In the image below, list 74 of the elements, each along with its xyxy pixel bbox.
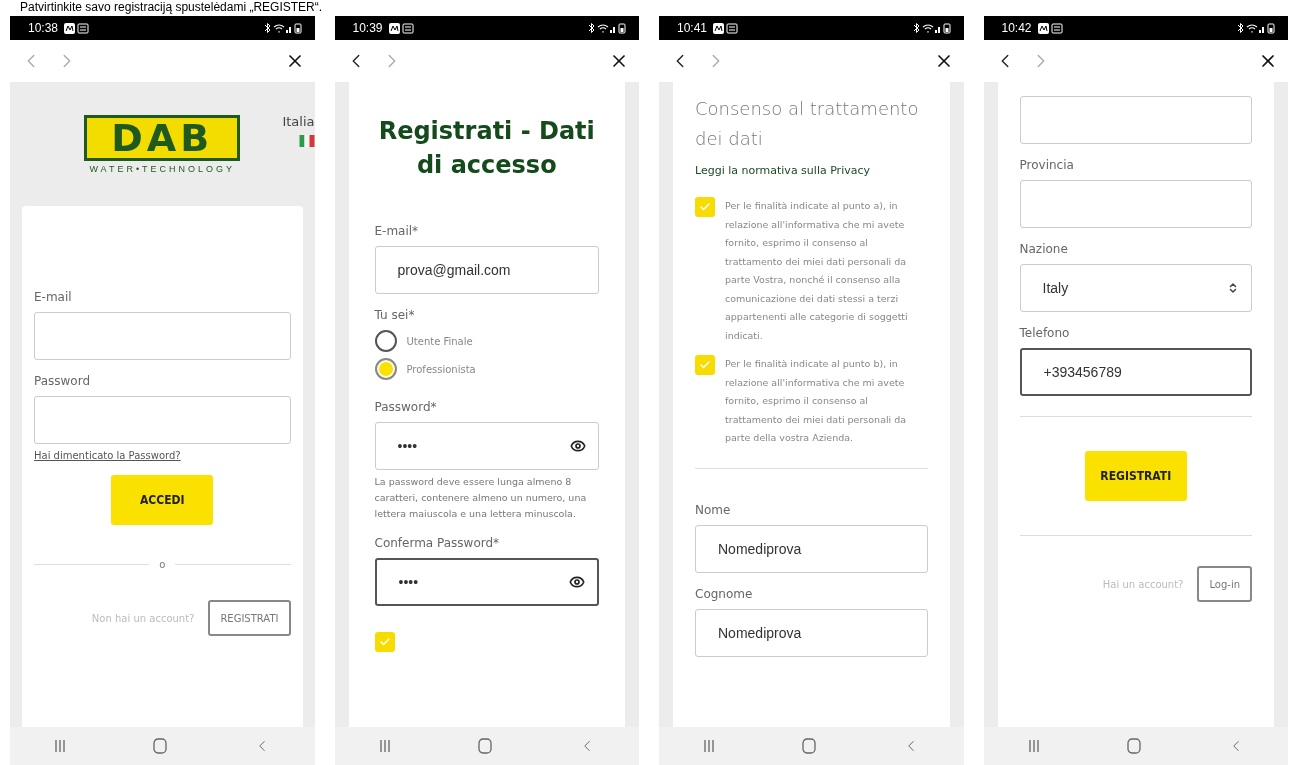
submit-button[interactable]: REGISTRATI [1084,451,1187,501]
section-title: Consenso al trattamento dei dati [695,97,920,151]
input-field[interactable] [1019,180,1252,228]
field-label: Cognome [695,586,754,601]
status-icons-drawing [587,22,627,34]
link[interactable]: Hai dimenticato la Password? [34,450,181,461]
field-label: Tu sei* [374,308,416,322]
page-heading: Registrati - Dati di accesso [377,116,596,181]
field-label: Telefono [1019,326,1071,340]
radio-button[interactable] [374,358,397,380]
divider-label: o [159,559,166,570]
outline-button[interactable]: REGISTRATI [208,600,291,636]
home-icon[interactable] [802,738,817,754]
input-field[interactable]: •••• [374,422,599,470]
italy-flag-icon[interactable] [298,135,315,147]
status-time: 10:41 [677,21,708,35]
link[interactable]: Leggi la normativa sulla Privacy [695,164,870,177]
logo-tagline: WATER•TECHNOLOGY [89,163,236,174]
recent-apps-icon[interactable] [377,739,392,753]
input-field[interactable]: prova@gmail.com [374,246,599,294]
dab-logo: DAB [84,114,241,161]
input-field[interactable]: +393456789 [1019,348,1252,396]
field-label: Nome [695,502,732,517]
consent-text: Per le finalità indicate al punto a), in relazione all'informativa che mi avete fornito, esprimo il consenso al trattamento dei miei dati personali da parte Vostra, nonché il consenso alla comunicazione dei dati stessi a terzi appartenenti alle categorie di soggetti indicati. [725,199,909,343]
input-field[interactable] [34,312,291,360]
radio-label: Utente Finale [406,335,473,347]
status-icons-drawing [262,22,303,34]
eye-icon[interactable] [570,438,586,454]
notification-icons-drawing [713,22,740,34]
field-label: E-mail* [374,224,420,238]
notification-icons-drawing [64,22,91,34]
radio-button[interactable] [374,330,397,352]
hint-text: La password deve essere lunga almeno 8 caratteri, contenere almeno un numero, una lettera maiuscola e una lettera minuscola. [374,475,588,521]
status-icons-drawing [911,22,952,34]
input-field[interactable]: •••• [374,558,599,606]
caption-text: Patvirtinkite savo registraciją spustelėdami „REGISTER“. [19,0,324,16]
notification-icons-drawing [1037,22,1064,34]
check-icon [699,201,711,213]
recent-apps-icon[interactable] [702,739,717,753]
checkbox[interactable] [374,632,395,652]
language-link[interactable]: Italia [282,114,315,129]
input-field[interactable]: Nomediprova [695,608,928,657]
prompt-text: Hai un account? [1102,578,1184,590]
status-icons-drawing [1236,22,1276,34]
eye-icon[interactable] [569,574,585,590]
checkbox[interactable] [695,355,715,375]
check-icon [378,636,391,648]
radio-label: Professionista [406,363,476,375]
input-field[interactable] [1019,96,1252,144]
status-time: 10:42 [1001,21,1032,35]
status-time: 10:38 [28,21,59,35]
chevrons-icon [1227,282,1239,294]
field-label: Conferma Password* [374,536,501,550]
checkbox[interactable] [695,197,715,217]
field-label: Nazione [1019,242,1069,256]
outline-button[interactable]: Log-in [1197,566,1252,602]
recent-apps-icon[interactable] [53,739,68,753]
field-label: Provincia [1019,158,1075,172]
input-field[interactable] [34,396,291,444]
home-icon[interactable] [153,738,168,754]
consent-text: Per le finalità indicate al punto b), in relazione all'informativa che mi avete fornito, esprimo il consenso al trattamento dei miei dati personali da parte della vostra Azienda. [725,357,908,445]
field-label: E-mail [34,290,73,304]
notification-icons-drawing [388,22,415,34]
dropdown-field[interactable]: Italy [1019,264,1252,312]
input-field[interactable]: Nomediprova [695,524,928,573]
home-icon[interactable] [1126,738,1141,754]
recent-apps-icon[interactable] [1026,739,1041,753]
field-label: Password* [374,400,438,414]
prompt-text: Non hai un account? [91,612,195,624]
field-label: Password [34,374,92,388]
status-time: 10:39 [352,21,383,35]
submit-button[interactable]: ACCEDI [111,475,214,525]
check-icon [699,359,711,371]
home-icon[interactable] [477,738,492,754]
